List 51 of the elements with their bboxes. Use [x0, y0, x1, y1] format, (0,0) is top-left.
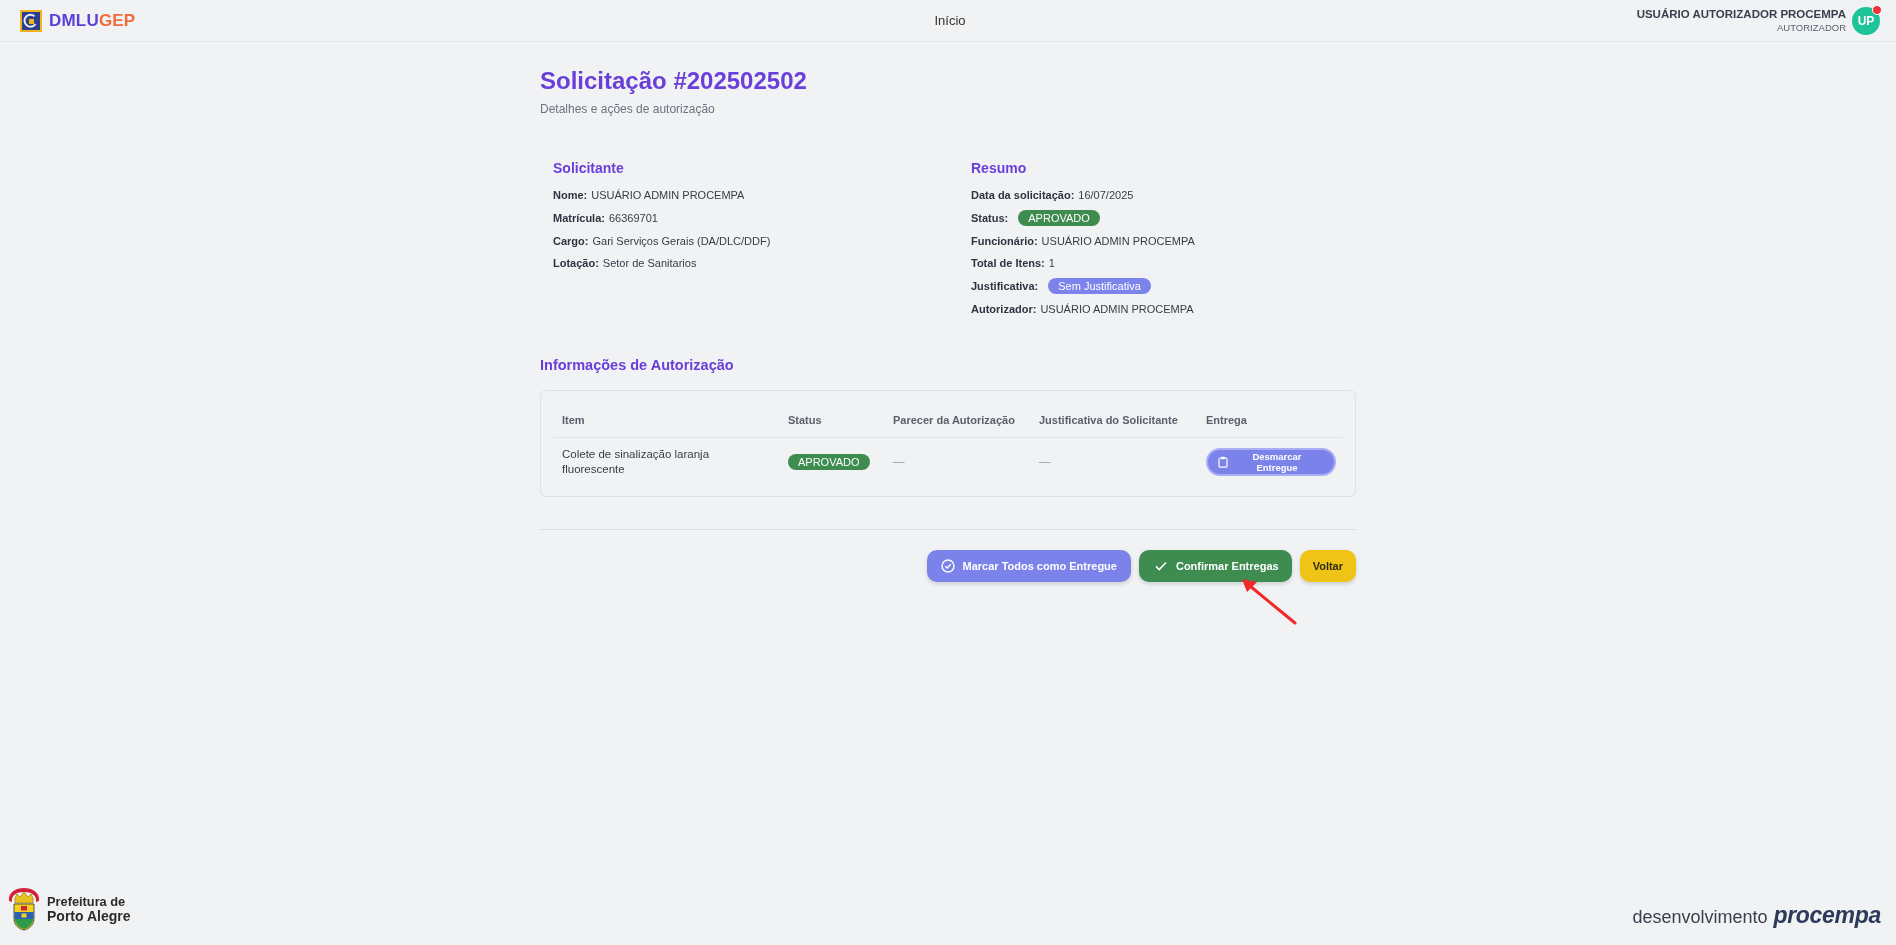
footer-brand-text: procempa	[1773, 902, 1881, 929]
user-avatar[interactable]: UP	[1852, 6, 1880, 35]
section-heading: Resumo	[971, 159, 1028, 177]
field-value: Gari Serviços Gerais (DA/DLC/DDF)	[592, 234, 771, 247]
field-label: Matrícula:	[553, 212, 605, 225]
column-header: Justificativa do Solicitante	[1030, 403, 1197, 438]
status-badge: Sem Justificativa	[1048, 278, 1151, 295]
footer-logo-text: Prefeitura de	[47, 894, 127, 909]
column-header: Entrega	[1197, 403, 1343, 438]
empty-dash: —	[893, 455, 905, 468]
field-label: Status:	[971, 212, 1009, 225]
user-role: AUTORIZADOR	[1777, 20, 1846, 34]
back-button[interactable]: Voltar	[1299, 549, 1356, 582]
nav-link[interactable]: Início	[934, 13, 966, 28]
confirm-button[interactable]: Confirmar Entregas	[1138, 549, 1292, 582]
unmark-delivered-button[interactable]: Desmarcar Entregue	[1206, 447, 1336, 476]
field-value: 16/07/2025	[1078, 189, 1134, 202]
coat-of-arms-icon	[6, 887, 42, 931]
empty-dash: —	[1039, 455, 1051, 468]
footer-logo-text: Porto Alegre	[47, 909, 131, 924]
check-circle-icon	[940, 558, 955, 573]
item-name: Colete de sinalização laranja fluorescente	[562, 446, 711, 477]
field-value: USUÁRIO ADMIN PROCEMPA	[591, 189, 745, 202]
field-label: Lotação:	[553, 257, 599, 270]
footer-credit-text: desenvolvimento	[1632, 907, 1768, 928]
section-heading: Solicitante	[553, 159, 625, 177]
field-label: Justificativa:	[971, 280, 1039, 293]
field-value: 1	[1048, 257, 1055, 270]
status-badge: APROVADO	[1018, 210, 1100, 227]
column-header: Status	[779, 403, 884, 438]
brand-name[interactable]: DMLUGEP	[49, 10, 136, 31]
field-label: Funcionário:	[971, 234, 1038, 247]
field-value: Setor de Sanitarios	[602, 257, 697, 270]
field-label: Total de Itens:	[971, 257, 1045, 270]
field-value: 66369701	[608, 212, 658, 225]
field-label: Cargo:	[553, 234, 589, 247]
mark-all-button[interactable]: Marcar Todos como Entregue	[926, 549, 1131, 582]
user-name: USUÁRIO AUTORIZADOR PROCEMPA	[1636, 7, 1846, 21]
clipboard-icon	[1218, 455, 1228, 468]
emblem-icon	[20, 9, 42, 32]
field-value: USUÁRIO ADMIN PROCEMPA	[1041, 234, 1195, 247]
field-value: USUÁRIO ADMIN PROCEMPA	[1040, 302, 1194, 315]
section-heading: Informações de Autorização	[540, 356, 735, 375]
column-header: Parecer da Autorização	[884, 403, 1030, 438]
page-subtitle: Detalhes e ações de autorização	[540, 102, 716, 116]
field-label: Autorizador:	[971, 302, 1037, 315]
column-header: Item	[553, 403, 779, 438]
field-label: Data da solicitação:	[971, 189, 1075, 202]
status-badge: APROVADO	[788, 453, 870, 470]
field-label: Nome:	[553, 189, 588, 202]
page-title: Solicitação #202502502	[540, 67, 808, 95]
